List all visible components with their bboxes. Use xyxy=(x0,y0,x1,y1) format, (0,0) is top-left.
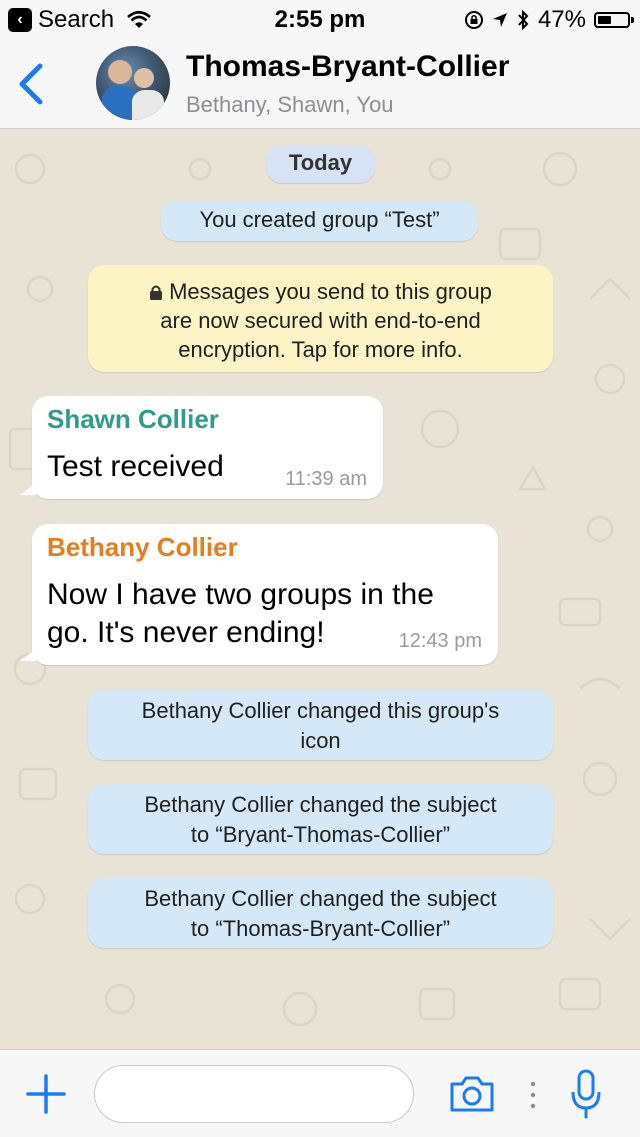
camera-icon[interactable] xyxy=(448,1074,496,1114)
message-input[interactable] xyxy=(94,1065,414,1123)
attach-plus-icon[interactable] xyxy=(26,1074,66,1114)
chat-area: Today You created group “Test” Messages … xyxy=(0,129,640,1049)
system-event: Bethany Collier changed the subject to “… xyxy=(88,878,553,948)
chat-participants[interactable]: Bethany, Shawn, You xyxy=(186,92,394,118)
status-bar: ‹ Search 2:55 pm 47% xyxy=(0,0,640,40)
location-icon xyxy=(492,13,507,27)
chat-header: Thomas-Bryant-Collier Bethany, Shawn, Yo… xyxy=(0,40,640,129)
battery-percent: 47% xyxy=(537,6,586,33)
battery-icon xyxy=(594,12,634,28)
encryption-line: are now secured with end-to-end xyxy=(160,308,481,333)
group-avatar[interactable] xyxy=(96,46,170,120)
lock-icon xyxy=(150,285,163,300)
system-event: Bethany Collier changed this group's ico… xyxy=(88,690,553,760)
message-text: Test received xyxy=(47,450,224,483)
message-bubble[interactable]: Shawn Collier Test received 11:39 am xyxy=(20,396,383,499)
encryption-line: encryption. Tap for more info. xyxy=(178,337,463,362)
message-text: Now I have two groups in the xyxy=(47,578,434,611)
chat-title[interactable]: Thomas-Bryant-Collier xyxy=(186,50,509,84)
message-sender: Shawn Collier xyxy=(47,404,219,434)
microphone-icon[interactable] xyxy=(570,1068,602,1120)
input-bar xyxy=(0,1049,640,1137)
orientation-lock-icon xyxy=(464,11,483,29)
message-text: go. It's never ending! xyxy=(47,616,325,649)
message-time: 12:43 pm xyxy=(398,630,482,652)
date-separator: Today xyxy=(266,145,375,183)
bluetooth-icon xyxy=(518,9,529,31)
encryption-notice[interactable]: Messages you send to this group are now … xyxy=(88,265,553,372)
back-chevron-icon[interactable] xyxy=(14,62,48,106)
message-time: 11:39 am xyxy=(285,468,367,490)
system-event: Bethany Collier changed the subject to “… xyxy=(88,784,553,854)
encryption-line: Messages you send to this group xyxy=(98,277,543,306)
message-sender: Bethany Collier xyxy=(47,532,238,562)
group-created-notice: You created group “Test” xyxy=(161,201,478,241)
message-bubble[interactable]: Bethany Collier Now I have two groups in… xyxy=(20,524,498,665)
more-dots-icon[interactable] xyxy=(530,1080,536,1110)
